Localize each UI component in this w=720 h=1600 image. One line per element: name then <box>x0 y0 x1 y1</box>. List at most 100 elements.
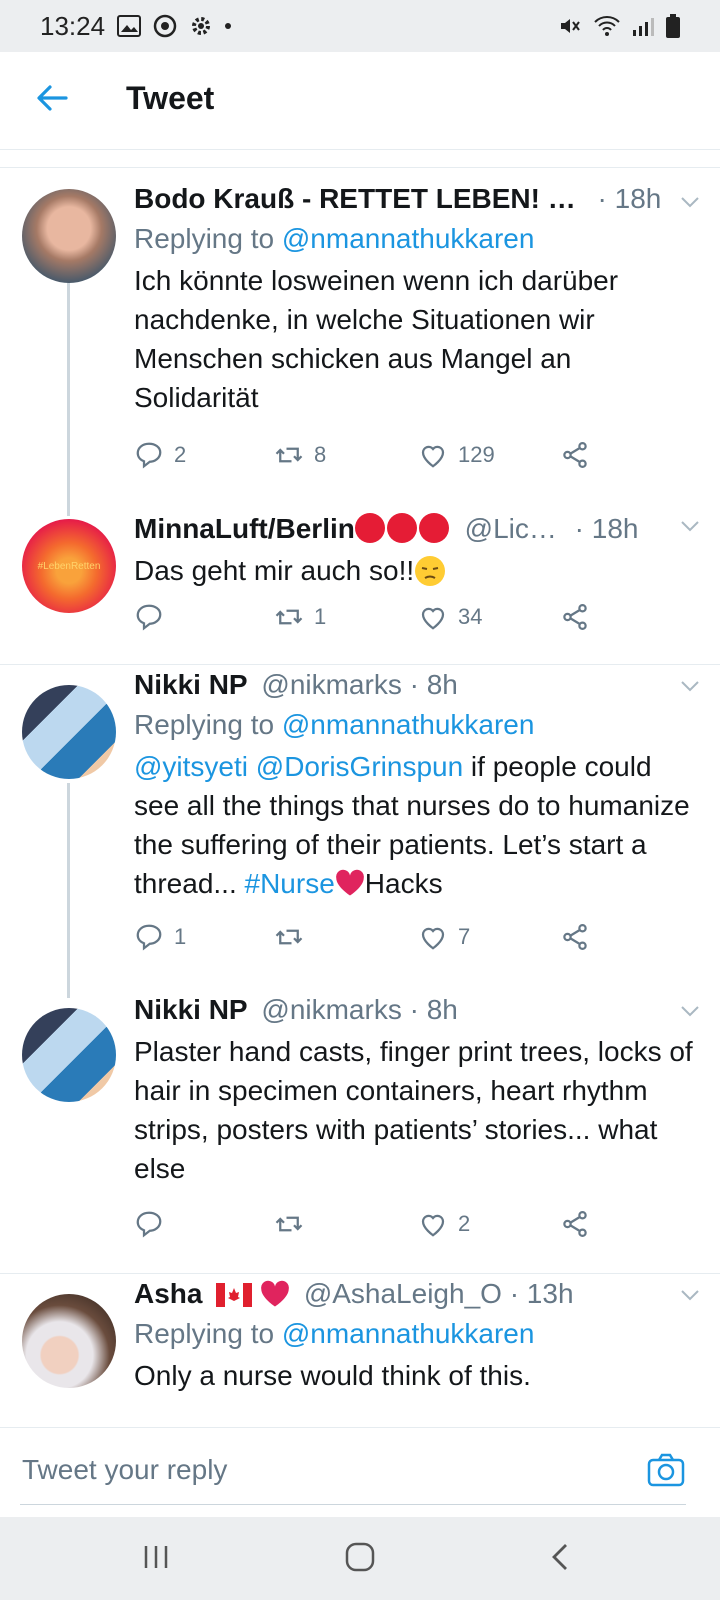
mention-link[interactable]: @DorisGrinspun <box>256 751 463 782</box>
tweet-card[interactable]: #LebenRetten MinnaLuft/Berlin @Lic… · 18… <box>0 509 720 664</box>
retweet-button[interactable] <box>274 917 314 957</box>
tweet-time: · 8h <box>409 669 458 700</box>
like-count: 34 <box>458 604 483 629</box>
settings-gear-icon <box>192 17 211 35</box>
reply-icon <box>136 924 162 951</box>
tweet-text: Ich könnte losweinen wenn ich darüber na… <box>134 265 619 413</box>
red-heart-emoji-icon <box>335 869 364 896</box>
status-left: 13:24 <box>40 10 232 42</box>
replying-prefix: Replying to <box>134 1318 282 1349</box>
share-icon <box>563 442 587 468</box>
avatar-caption: #LebenRetten <box>37 560 101 572</box>
tweet-meta: Bodo Krauß - RETTET LEBEN! … · 18h <box>134 179 694 219</box>
chevron-down-icon[interactable] <box>680 1004 700 1018</box>
status-right <box>558 14 680 38</box>
heart-icon <box>421 445 445 468</box>
camera-icon[interactable] <box>646 1450 686 1490</box>
like-button[interactable]: 34 <box>418 597 482 637</box>
avatar[interactable] <box>22 1294 116 1388</box>
chevron-down-icon[interactable] <box>680 679 700 693</box>
mute-icon <box>561 19 580 33</box>
like-button[interactable]: 2 <box>418 1204 470 1244</box>
pensive-face-emoji-icon <box>415 556 446 586</box>
tweet-text: @yitsyeti @DorisGrinspun if people could… <box>134 747 694 903</box>
tweet-card[interactable]: Nikki NP @nikmarks · 8h Plaster hand cas… <box>0 990 720 1273</box>
share-button[interactable] <box>560 1204 590 1244</box>
replying-prefix: Replying to <box>134 709 282 740</box>
replying-to: Replying to @nmannathukkaren <box>134 219 694 259</box>
reply-composer: Tweet your reply <box>0 1427 720 1518</box>
replying-prefix: Replying to <box>134 223 282 254</box>
tweet-card[interactable]: Nikki NP @nikmarks · 8h Replying to @nma… <box>0 665 720 998</box>
tweet-text-content: Das geht mir auch so!! <box>134 555 415 586</box>
tweet-card[interactable]: Bodo Krauß - RETTET LEBEN! … · 18h Reply… <box>0 169 720 516</box>
retweet-button[interactable] <box>274 1204 314 1244</box>
author-handle: @nikmarks <box>261 994 402 1025</box>
author-name[interactable]: Nikki NP <box>134 994 248 1025</box>
replying-handle-link[interactable]: @nmannathukkaren <box>282 1318 535 1349</box>
chrome-icon <box>153 14 177 38</box>
tweet-text: Das geht mir auch so!! <box>134 551 694 590</box>
like-button[interactable]: 7 <box>418 917 470 957</box>
heart-icon <box>421 607 445 630</box>
hashtag-link[interactable]: #Nurse <box>245 868 335 899</box>
back-chevron-icon <box>552 1544 567 1570</box>
status-time: 13:24 <box>40 10 106 41</box>
back-button[interactable] <box>32 78 72 118</box>
red-heart-emoji-icon <box>261 1280 289 1307</box>
retweet-icon <box>275 609 303 625</box>
recent-apps-button[interactable] <box>136 1537 176 1577</box>
notification-dot-icon <box>225 23 232 29</box>
back-nav-button[interactable] <box>540 1537 580 1577</box>
like-button[interactable]: 129 <box>418 435 495 475</box>
reply-icon <box>136 442 162 469</box>
status-bar: 13:24 <box>0 0 720 52</box>
tweet-meta: Asha @AshaLeigh_O · 13h <box>134 1274 694 1314</box>
replying-handle-link[interactable]: @nmannathukkaren <box>282 709 535 740</box>
tweet-time: · 18h <box>574 513 639 544</box>
retweet-icon <box>275 929 303 945</box>
share-button[interactable] <box>560 435 590 475</box>
mention-link[interactable]: @yitsyeti <box>134 751 248 782</box>
share-button[interactable] <box>560 917 590 957</box>
tweet-card[interactable]: Asha @AshaLeigh_O · 13h Replying to @nma… <box>0 1274 720 1427</box>
home-button[interactable] <box>340 1537 380 1577</box>
avatar[interactable] <box>22 685 116 779</box>
avatar[interactable] <box>22 1008 116 1102</box>
reply-underline <box>20 1504 686 1505</box>
chevron-down-icon[interactable] <box>680 519 700 533</box>
page-title: Tweet <box>126 80 215 116</box>
battery-icon <box>666 14 680 38</box>
reply-button[interactable]: 1 <box>134 917 186 957</box>
retweet-button[interactable]: 1 <box>274 597 326 637</box>
replying-to: Replying to @nmannathukkaren <box>134 705 694 745</box>
reply-button[interactable]: 2 <box>134 435 186 475</box>
reply-input[interactable]: Tweet your reply <box>22 1454 227 1486</box>
author-name[interactable]: Nikki NP <box>134 669 248 700</box>
avatar[interactable] <box>22 189 116 283</box>
chevron-down-icon[interactable] <box>680 195 700 209</box>
replying-handle-link[interactable]: @nmannathukkaren <box>282 223 535 254</box>
reply-icon <box>136 1211 162 1238</box>
chevron-down-icon[interactable] <box>680 1288 700 1302</box>
system-nav-bar <box>0 1517 720 1600</box>
reply-button[interactable] <box>134 597 174 637</box>
tweet-text-content: Hacks <box>364 868 443 899</box>
back-arrow-icon <box>37 85 68 111</box>
home-icon <box>345 1542 375 1572</box>
like-count: 7 <box>458 924 471 949</box>
recent-apps-icon <box>144 1546 168 1568</box>
retweet-button[interactable]: 8 <box>274 435 326 475</box>
like-count: 129 <box>458 442 495 467</box>
author-name[interactable]: Bodo Krauß - RETTET LEBEN! … <box>134 183 576 214</box>
share-icon <box>563 1211 587 1237</box>
author-handle: @Lic… <box>464 513 557 544</box>
replying-to: Replying to @nmannathukkaren <box>134 1314 694 1354</box>
reply-button[interactable] <box>134 1204 174 1244</box>
author-name[interactable]: MinnaLuft/Berlin <box>134 513 355 544</box>
author-name[interactable]: Asha <box>134 1278 202 1309</box>
avatar[interactable]: #LebenRetten <box>22 519 116 613</box>
share-button[interactable] <box>560 597 590 637</box>
share-icon <box>563 604 587 630</box>
signal-icon <box>633 18 654 36</box>
